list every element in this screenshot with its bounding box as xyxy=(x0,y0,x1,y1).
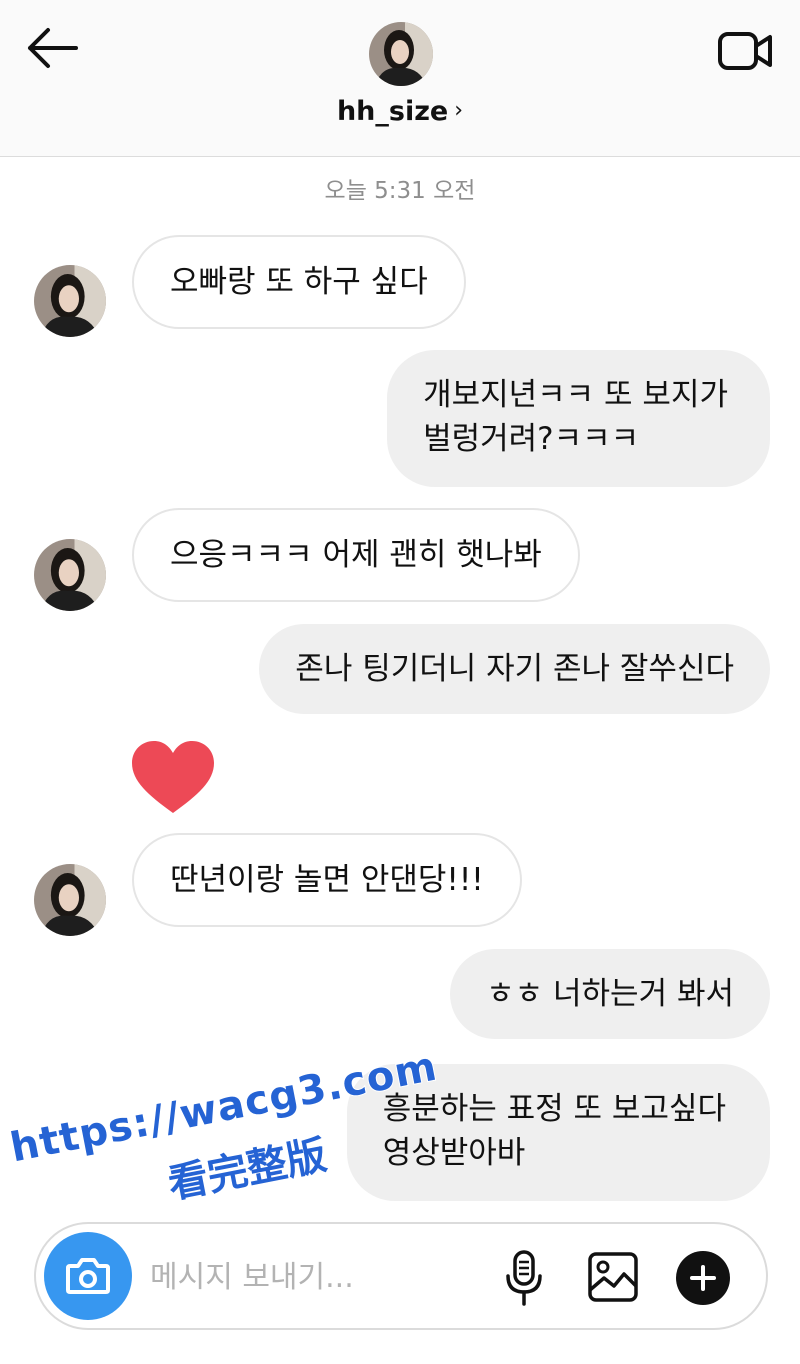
video-camera-icon[interactable] xyxy=(716,26,776,76)
message-text: 벌렁거려?ㅋㅋㅋ xyxy=(423,421,640,457)
sender-avatar[interactable] xyxy=(34,539,106,611)
message-text: 개보지년ㅋㅋ 또 보지가 xyxy=(423,377,728,413)
username-text: hh_size xyxy=(336,96,449,127)
message-composer xyxy=(34,1222,768,1330)
plus-icon xyxy=(690,1265,716,1291)
message-thread[interactable]: 오늘 5:31 오전 오빠랑 또 하구 싶다 개보지년ㅋㅋ 또 보지가 벌렁거려… xyxy=(0,157,800,1203)
add-button[interactable] xyxy=(676,1251,730,1305)
header-avatar[interactable] xyxy=(369,22,433,86)
message-bubble-outgoing[interactable]: 개보지년ㅋㅋ 또 보지가 벌렁거려?ㅋㅋㅋ xyxy=(387,350,770,487)
arrow-left-icon[interactable] xyxy=(20,22,84,74)
sender-avatar[interactable] xyxy=(34,265,106,337)
message-text: ㅎㅎ 너하는거 봐서 xyxy=(486,976,734,1012)
camera-icon xyxy=(66,1258,110,1294)
heart-reaction-icon[interactable] xyxy=(130,739,216,817)
microphone-icon[interactable] xyxy=(500,1248,548,1308)
message-bubble-outgoing[interactable]: ㅎㅎ 너하는거 봐서 xyxy=(450,949,770,1039)
chevron-right-icon: › xyxy=(454,98,464,123)
message-bubble-outgoing[interactable]: 흥분하는 표정 또 보고싶다 영상받아바 xyxy=(346,1064,770,1201)
message-input[interactable] xyxy=(148,1252,482,1302)
message-text: 흥분하는 표정 또 보고싶다 xyxy=(382,1091,726,1127)
sender-avatar[interactable] xyxy=(34,864,106,936)
image-icon[interactable] xyxy=(586,1250,640,1304)
message-text: 딴년이랑 놀면 안댄당!!! xyxy=(170,862,484,898)
chat-header: hh_size › xyxy=(0,0,800,157)
message-bubble-outgoing[interactable]: 존나 팅기더니 자기 존나 잘쑤신다 xyxy=(259,624,770,714)
header-username[interactable]: hh_size › xyxy=(0,96,800,127)
message-text: 오빠랑 또 하구 싶다 xyxy=(170,264,428,300)
message-timestamp: 오늘 5:31 오전 xyxy=(324,178,476,204)
message-text: 으응ㅋㅋㅋ 어제 괜히 햇나봐 xyxy=(170,537,542,573)
message-text: 존나 팅기더니 자기 존나 잘쑤신다 xyxy=(295,651,734,687)
message-bubble-incoming[interactable]: 딴년이랑 놀면 안댄당!!! xyxy=(132,833,522,927)
message-text: 영상받아바 xyxy=(382,1135,526,1171)
message-bubble-incoming[interactable]: 으응ㅋㅋㅋ 어제 괜히 햇나봐 xyxy=(132,508,580,602)
message-bubble-incoming[interactable]: 오빠랑 또 하구 싶다 xyxy=(132,235,466,329)
camera-button[interactable] xyxy=(44,1232,132,1320)
